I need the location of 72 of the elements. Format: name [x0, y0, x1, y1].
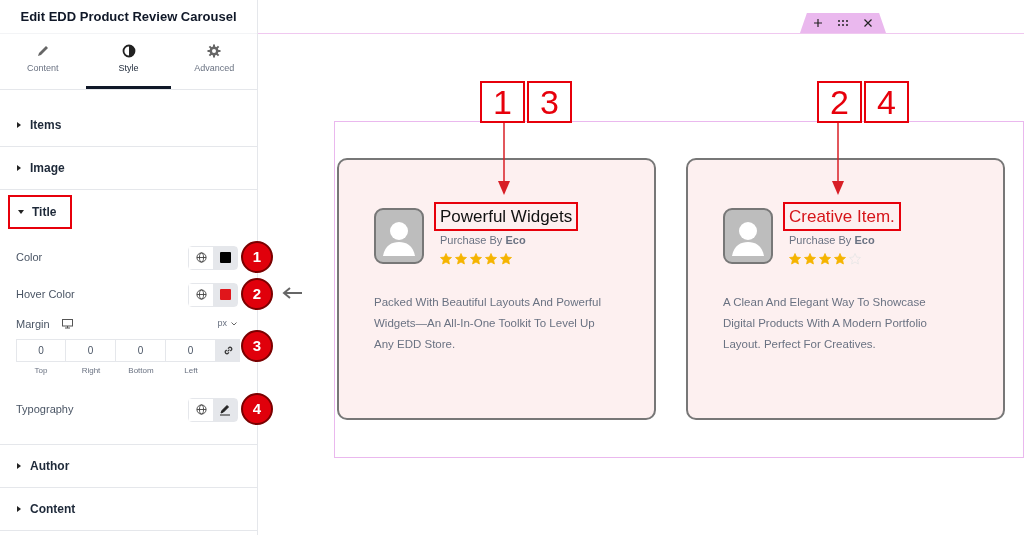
- pencil-icon: [35, 44, 50, 59]
- tab[interactable]: Style: [85, 34, 172, 89]
- section-header[interactable]: Image: [0, 147, 257, 190]
- caret-icon: [18, 208, 24, 215]
- field-label: Top: [33, 365, 49, 377]
- card-description: Packed With Beautiful Layouts And Powerful Widgets—An All-In-One Toolkit To Level Up Any EDD Store.: [373, 295, 602, 352]
- callout-number: 3: [527, 81, 572, 123]
- globe-icon: [195, 252, 207, 263]
- star-icon: [440, 252, 452, 265]
- caret-icon: [16, 506, 22, 512]
- card-description: A Clean And Elegant Way To Showcase Digital Products With A Modern Portfolio Layout. Perfect For Creatives.: [722, 295, 928, 352]
- number-badge: 2: [241, 278, 273, 310]
- callout-number: 2: [817, 81, 862, 123]
- globe-icon: [195, 404, 207, 415]
- star-icon: [819, 252, 831, 265]
- margin-input[interactable]: 0: [166, 339, 216, 362]
- gear-icon: [207, 44, 222, 59]
- contrast-icon: [121, 44, 136, 59]
- star-icon: [455, 252, 467, 265]
- avatar-icon: [374, 208, 424, 266]
- callout-number: 4: [864, 81, 909, 123]
- field-label: Left: [183, 365, 199, 377]
- section-header[interactable]: Content: [0, 488, 257, 531]
- tab[interactable]: Content: [0, 34, 86, 89]
- margin-input[interactable]: 0: [16, 339, 66, 362]
- star-icon: [804, 252, 816, 265]
- avatar-icon: [723, 208, 773, 266]
- star-icon: [834, 252, 846, 265]
- drag-handle-icon[interactable]: [838, 20, 848, 26]
- control-label: Margin: [16, 316, 50, 332]
- edit-button[interactable]: [213, 398, 237, 421]
- card-title: Creative Item.: [783, 202, 901, 232]
- number-badge: 1: [241, 241, 273, 273]
- callout-number: 1: [480, 81, 525, 123]
- section-header[interactable]: Author: [0, 445, 257, 488]
- globe-icon: [195, 289, 207, 300]
- field-label: Right: [80, 365, 102, 377]
- arrow-icon: [282, 287, 302, 299]
- control-label: Typography: [16, 402, 74, 418]
- arrow-icon: [498, 123, 510, 195]
- number-badge: 3: [241, 330, 273, 362]
- margin-input[interactable]: 0: [66, 339, 116, 362]
- byline: Purchase By Eco: [789, 233, 875, 249]
- unit-dropdown[interactable]: px: [217, 317, 237, 331]
- card-title: Powerful Widgets: [434, 202, 579, 232]
- field-label: Bottom: [127, 365, 155, 377]
- star-icon: [485, 252, 497, 265]
- caret-icon: [16, 463, 22, 469]
- panel-title: Edit EDD Product Review Carousel: [0, 0, 257, 34]
- desktop-icon: [61, 319, 73, 329]
- star-icon: [470, 252, 482, 265]
- number-badge: 4: [241, 393, 273, 425]
- chevron-down-icon: [231, 322, 237, 326]
- color-button[interactable]: [213, 246, 237, 269]
- tab[interactable]: Advanced: [171, 34, 257, 89]
- link-button[interactable]: [216, 339, 240, 362]
- control-label: Color: [16, 250, 43, 266]
- arrow-icon: [832, 123, 844, 195]
- star-icon: [789, 252, 801, 265]
- margin-input[interactable]: 0: [116, 339, 166, 362]
- byline: Purchase By Eco: [440, 233, 526, 249]
- caret-icon: [16, 165, 22, 171]
- caret-icon: [16, 122, 22, 128]
- close-icon[interactable]: [864, 19, 872, 27]
- section-header[interactable]: Items: [0, 104, 257, 147]
- pencil-icon: [219, 403, 231, 416]
- add-icon[interactable]: [814, 19, 822, 27]
- color-button[interactable]: [213, 283, 237, 306]
- section-header[interactable]: Title: [8, 194, 72, 229]
- star-icon: [500, 252, 512, 265]
- link-icon: [222, 345, 234, 356]
- control-label: Hover Color: [16, 287, 75, 303]
